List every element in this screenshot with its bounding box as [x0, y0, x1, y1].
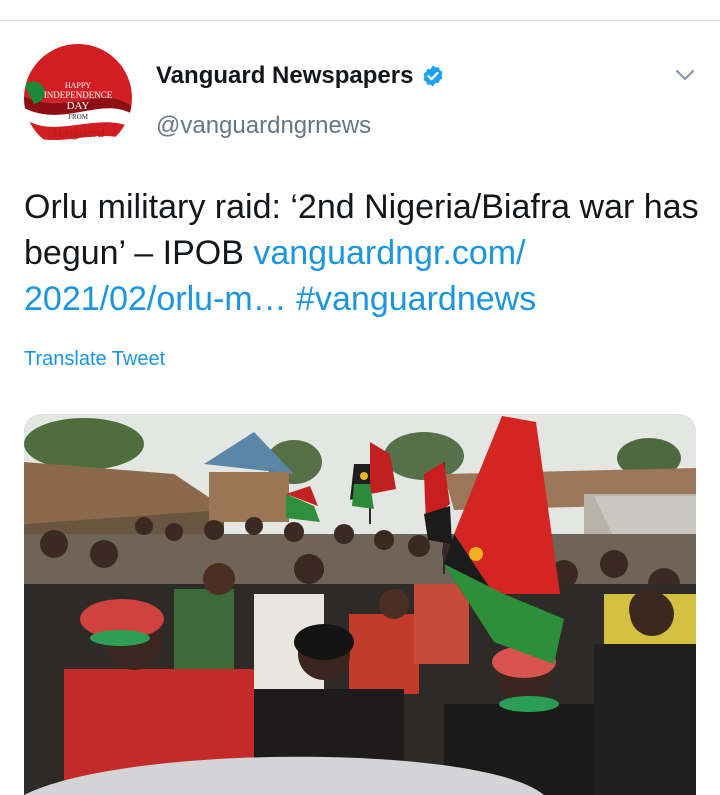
avatar-text-day: DAY — [66, 100, 90, 112]
avatar-brand: Vanguard — [51, 125, 105, 140]
avatar-text-from: FROM — [68, 113, 88, 121]
verified-badge-icon — [423, 65, 443, 87]
hashtag-link[interactable]: #vanguardnews — [296, 280, 536, 318]
translate-tweet-link[interactable]: Translate Tweet — [24, 348, 165, 371]
avatar-text-independence: INDEPENDENCE — [43, 90, 113, 100]
author-name-row[interactable]: Vanguard Newspapers — [156, 62, 445, 90]
display-name[interactable]: Vanguard Newspapers — [156, 62, 413, 90]
tweet-media-image[interactable] — [24, 414, 696, 795]
tweet-text: Orlu military raid: ‘2nd Nigeria/Biafra … — [24, 184, 704, 322]
chevron-down-icon[interactable] — [674, 64, 696, 86]
avatar[interactable]: HAPPY INDEPENDENCE DAY FROM Vanguard — [24, 44, 132, 152]
crowd-photo — [24, 414, 696, 795]
handle[interactable]: @vanguardngrnews — [156, 112, 371, 140]
top-divider — [0, 20, 720, 21]
avatar-text-happy: HAPPY — [64, 81, 92, 90]
